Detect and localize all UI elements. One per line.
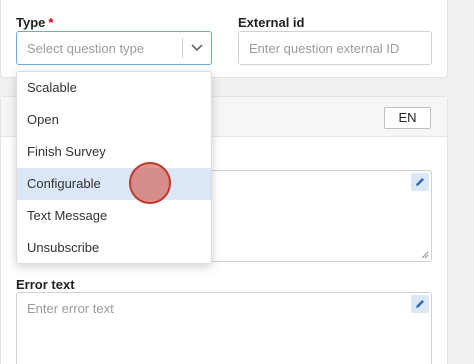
question-type-dropdown: Scalable Open Finish Survey Configurable… [16,71,212,264]
option-unsubscribe[interactable]: Unsubscribe [17,232,211,263]
external-id-placeholder: Enter question external ID [249,41,400,56]
edit-button[interactable] [411,295,429,313]
question-type-placeholder: Select question type [27,41,145,56]
resize-grip-icon[interactable] [421,251,429,259]
click-indicator [129,162,171,204]
option-text-message[interactable]: Text Message [17,200,211,232]
select-divider [182,38,183,58]
external-id-input[interactable]: Enter question external ID [238,31,432,65]
error-text-textarea[interactable]: Enter error text [16,292,432,364]
language-button[interactable]: EN [384,107,431,129]
edit-button[interactable] [411,173,429,191]
pencil-icon [416,300,424,308]
error-text-placeholder: Enter error text [27,301,114,316]
error-text-label: Error text [16,277,75,292]
option-open[interactable]: Open [17,104,211,136]
chevron-down-icon[interactable] [190,40,204,54]
required-asterisk: * [48,15,54,30]
type-label: Type * [16,15,54,30]
option-scalable[interactable]: Scalable [17,72,211,104]
option-finish-survey[interactable]: Finish Survey [17,136,211,168]
option-configurable[interactable]: Configurable [17,168,211,200]
pencil-icon [416,178,424,186]
question-type-select[interactable]: Select question type [16,31,212,65]
external-id-label: External id [238,15,305,30]
